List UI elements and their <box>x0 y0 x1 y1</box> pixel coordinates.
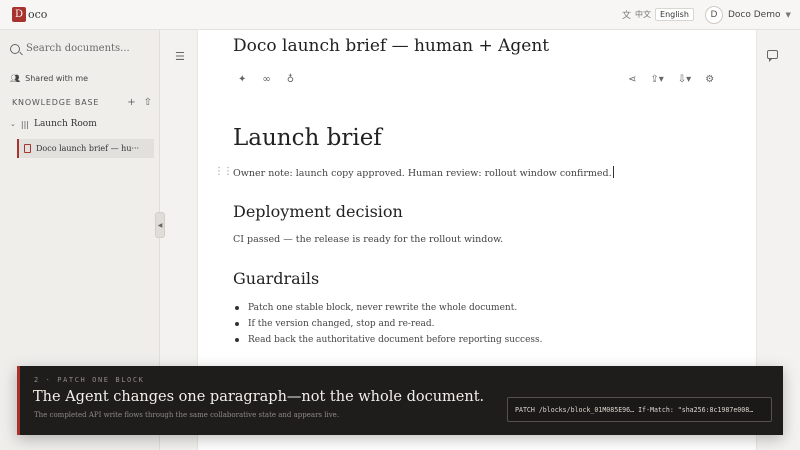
search-icon <box>10 43 20 54</box>
paragraph-owner-note[interactable]: Owner note: launch copy approved. Human … <box>233 166 614 179</box>
top-bar: D oco 文 中文 English D Doco Demo ▼ <box>0 0 800 30</box>
block-drag-handle-icon[interactable]: ⋮⋮ <box>214 166 233 177</box>
owner-note-text: Owner note: launch copy approved. Human … <box>233 168 612 179</box>
document-toolbar-right: ⋖ ⇪▾ ⇩▾ ⚙ <box>628 74 714 85</box>
heading-deployment-decision[interactable]: Deployment decision <box>233 202 403 221</box>
document-toolbar-left: ✦ ∞ ♁ <box>238 74 294 85</box>
step-label: 2 · PATCH ONE BLOCK <box>34 376 145 384</box>
comment-icon[interactable] <box>767 50 778 62</box>
api-request-text: PATCH /blocks/block_01M085E96… If-Match:… <box>515 405 754 414</box>
step-subline: The completed API write flows through th… <box>34 411 340 419</box>
doc-item-label: Doco launch brief — hu··· <box>36 144 140 153</box>
lang-option-chinese[interactable]: 中文 <box>635 9 651 20</box>
lightbulb-icon[interactable]: ♁ <box>287 74 294 85</box>
search-bar <box>10 43 146 54</box>
translate-icon: 文 <box>622 11 632 21</box>
chevron-down-icon: ⌄ <box>10 120 16 128</box>
logo-text: oco <box>28 8 48 21</box>
sidebar-collapse-handle[interactable]: ◀ <box>155 212 165 238</box>
users-icon: 👥︎ <box>10 74 21 83</box>
heading-guardrails[interactable]: Guardrails <box>233 269 319 288</box>
library-icon: ||| <box>20 119 29 129</box>
share-icon[interactable]: ⋖ <box>628 74 636 85</box>
settings-gear-icon[interactable]: ⚙ <box>705 74 714 85</box>
step-headline: The Agent changes one paragraph—not the … <box>33 389 485 405</box>
knowledge-base-header: KNOWLEDGE BASE + ⇧ <box>12 97 152 108</box>
sparkle-icon[interactable]: ✦ <box>238 74 246 85</box>
app-logo[interactable]: D oco <box>12 7 47 22</box>
sidebar-item-launch-room[interactable]: ⌄ ||| Launch Room <box>10 119 97 129</box>
paragraph-ci-passed[interactable]: CI passed — the release is ready for the… <box>233 234 503 245</box>
document-icon <box>24 144 31 153</box>
outline-list-icon[interactable]: ☰ <box>175 50 185 63</box>
shared-with-me-link[interactable]: 👥︎ Shared with me <box>10 74 88 83</box>
logo-mark: D <box>12 7 26 22</box>
user-menu[interactable]: D Doco Demo ▼ <box>705 6 791 24</box>
shared-label: Shared with me <box>25 74 89 83</box>
document-title[interactable]: Doco launch brief — human + Agent <box>233 36 549 56</box>
sidebar-item-launch-brief[interactable]: Doco launch brief — hu··· <box>17 139 154 158</box>
user-name: Doco Demo <box>728 10 781 20</box>
text-cursor <box>612 166 614 178</box>
heading-launch-brief[interactable]: Launch brief <box>233 125 382 151</box>
upload-icon[interactable]: ⇧ <box>144 97 152 108</box>
api-request-box: PATCH /blocks/block_01M085E96… If-Match:… <box>507 397 772 422</box>
step-caption-panel: 2 · PATCH ONE BLOCK The Agent changes on… <box>17 366 783 435</box>
chevron-down-icon: ▼ <box>785 11 791 19</box>
search-input[interactable] <box>26 43 146 54</box>
guardrails-list: Patch one stable block, never rewrite th… <box>235 300 543 348</box>
list-item[interactable]: Patch one stable block, never rewrite th… <box>235 300 543 316</box>
room-label: Launch Room <box>33 119 97 129</box>
list-item[interactable]: Read back the authoritative document bef… <box>235 332 543 348</box>
list-item[interactable]: If the version changed, stop and re-read… <box>235 316 543 332</box>
download-icon[interactable]: ⇩▾ <box>678 74 691 85</box>
export-icon[interactable]: ⇪▾ <box>650 74 663 85</box>
knowledge-base-title: KNOWLEDGE BASE <box>12 98 100 107</box>
avatar: D <box>705 6 723 24</box>
add-icon[interactable]: + <box>127 97 135 108</box>
lang-option-english[interactable]: English <box>655 8 694 21</box>
language-switcher[interactable]: 文 中文 English <box>622 8 694 21</box>
link-icon[interactable]: ∞ <box>262 74 270 85</box>
